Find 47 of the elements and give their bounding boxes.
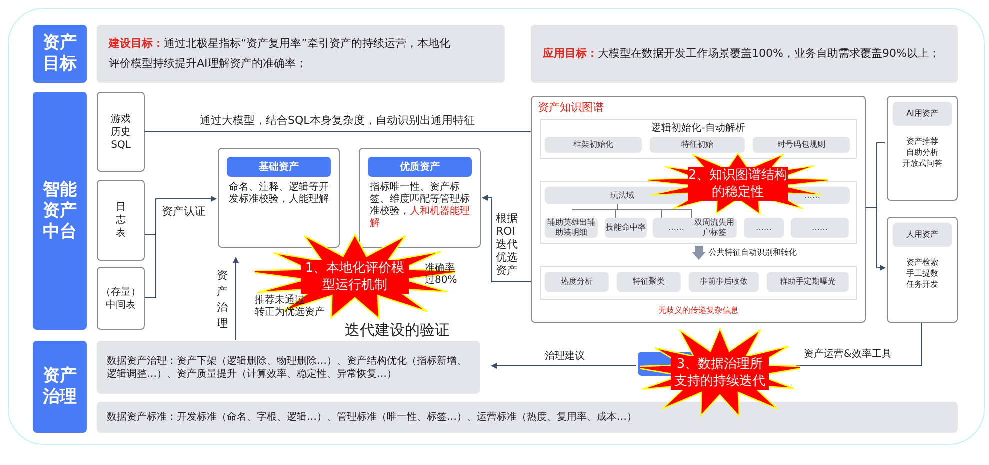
feature-chip: 时号码包规则 [753, 137, 850, 153]
feature-chip: 特征聚类 [617, 272, 681, 292]
flow-label: 根据ROI迭代优选资产 [496, 212, 519, 277]
section-label: 资产目标 [33, 25, 87, 83]
transform-label: 公共特征自动识别和转化 [709, 247, 797, 259]
goal-panel: 建设目标：通过北极星指标“资产复用率”牵引资产的持续运营，本地化评价模型持续提升AI理解资产的准确率； [97, 25, 505, 83]
consumer-card: AI用资产 资产推荐 自助分析 开放式问答 [887, 96, 958, 201]
source-box: 日 志 表 [97, 180, 145, 261]
governance-panel: 数据资产标准：开发标准（命名、字根、逻辑…）、管理标准（唯一性、标签…）、运营标准（热度、复用率、成本…） [97, 402, 958, 433]
flow-label: 资产认证 [162, 204, 206, 220]
source-box: 游戏 历史 SQL [97, 92, 145, 172]
feature-chip: 双周流失用户标签 [692, 218, 737, 238]
feature-chip: …… [791, 218, 849, 238]
down-arrow-icon [692, 246, 706, 260]
feature-chip: 技能命中率 [605, 218, 647, 238]
callout-text: 3、数据治理所支持的持续迭代 [671, 356, 769, 390]
asset-card: 基础资产 命名、注释、逻辑等开发标准校验，人能理解 [218, 148, 340, 248]
card-header: 基础资产 [227, 157, 331, 177]
section-label: 资产治理 [33, 341, 87, 433]
panel-footer: 无歧义的传递复杂信息 [531, 305, 866, 317]
governance-panel: 数据资产治理：资产下架（逻辑删除、物理删除…）、资产结构优化（指标新增、逻辑调整…）、资产质量提升（计算效率、稳定性、异常恢复…） [97, 341, 480, 394]
feature-chip: 特征初始 [650, 137, 745, 153]
feature-chip: 框架初始化 [545, 137, 642, 153]
flow-label: 资产治理 [216, 268, 229, 332]
feature-chip: 群助手定期曝光 [767, 272, 849, 292]
consumer-card: 人用资产 资产检索 手工提数 任务开发 [887, 217, 958, 323]
section-label: 智能资产中台 [33, 92, 87, 330]
flow-label: 资产运营&效率工具 [804, 348, 892, 362]
partial-label: 转正为优选资产 [255, 306, 325, 320]
group-title: 逻辑初始化-自动解析 [650, 122, 746, 136]
flow-label: 治理建议 [545, 350, 585, 364]
callout-text: 1、本地化评价模型运行机制 [301, 260, 409, 294]
card-header: AI用资产 [893, 102, 952, 126]
partial-label: 过80% [425, 274, 458, 288]
card-header: 优质资产 [368, 157, 472, 177]
flow-label: 通过大模型，结合SQL本身复杂度，自动识别出通用特征 [200, 113, 475, 129]
source-box: （存量） 中间表 [97, 267, 145, 330]
feature-chip: 热度分析 [545, 272, 609, 292]
feature-chip: 事前事后收敛 [689, 272, 759, 292]
callout-text: 2、知识图谱结构的稳定性 [688, 167, 788, 201]
panel-title: 资产知识图谱 [538, 100, 604, 116]
card-header: 人用资产 [893, 223, 952, 247]
asset-card: 优质资产 指标唯一性、资产标签、维度匹配等管理标准校验，人和机器能理解 [359, 148, 481, 248]
feature-chip: …… [744, 218, 784, 238]
feature-chip: 辅助英雄出辅助装明细 [545, 218, 598, 238]
validation-label: 迭代建设的验证 [345, 320, 450, 341]
goal-panel: 应用目标：大模型在数据开发工作场景覆盖100%，业务自助需求覆盖90%以上； [531, 25, 958, 83]
